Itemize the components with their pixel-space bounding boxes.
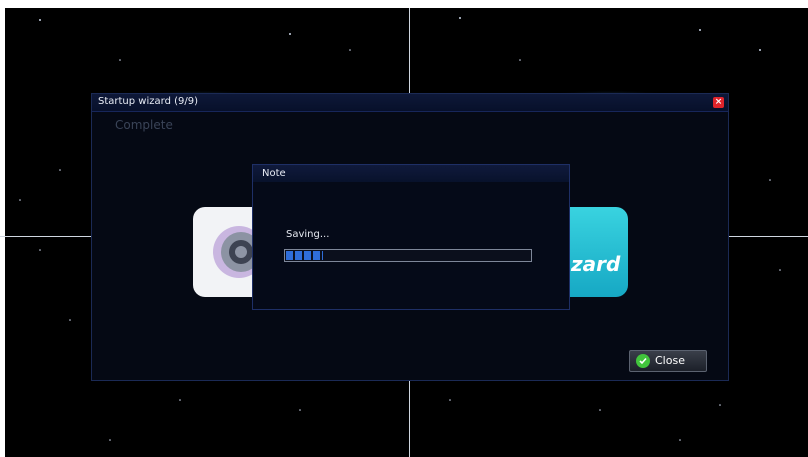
close-button-label: Close [655, 354, 685, 367]
note-title: Note [262, 168, 286, 179]
wizard-banner-text: zard [571, 252, 621, 276]
wizard-title: Startup wizard (9/9) [98, 96, 198, 107]
left-edge [0, 0, 5, 457]
close-button[interactable]: Close [629, 350, 707, 372]
wizard-close-icon[interactable]: × [713, 97, 724, 108]
saving-progress-bar [284, 249, 532, 262]
saving-status-text: Saving... [286, 229, 330, 240]
top-edge [0, 0, 808, 8]
note-dialog: Note Saving... [252, 164, 570, 310]
check-icon [636, 354, 650, 368]
progress-fill [286, 251, 323, 260]
wizard-step-heading: Complete [115, 118, 173, 132]
wizard-titlebar: Startup wizard (9/9) × [92, 94, 728, 112]
note-titlebar: Note [253, 165, 569, 182]
